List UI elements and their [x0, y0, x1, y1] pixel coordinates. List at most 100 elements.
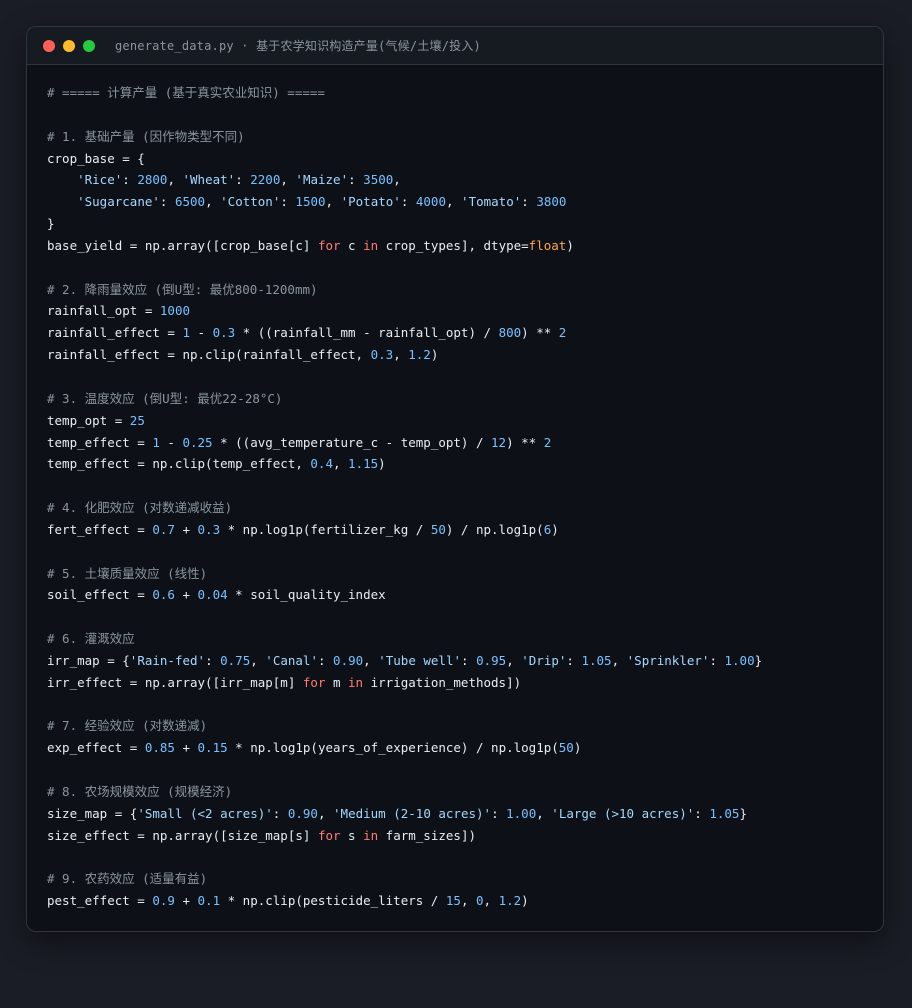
- code-token: farm_sizes]): [378, 827, 476, 843]
- code-line: ​: [47, 847, 762, 869]
- code-line: ​: [47, 475, 762, 497]
- code-token: 1.05: [709, 805, 740, 821]
- code-token: ,: [483, 893, 499, 909]
- code-line: rainfall_opt = 1000: [47, 300, 762, 322]
- code-token: 0.85: [144, 740, 175, 756]
- code-token: # 6. 灌溉效应: [47, 631, 135, 647]
- code-token: # 9. 农药效应 (适量有益): [47, 871, 208, 887]
- code-line: size_effect = np.array([size_map[s] for …: [47, 825, 762, 847]
- code-token: :: [566, 652, 582, 668]
- code-token: +: [174, 521, 198, 537]
- code-token: 'Sprinkler': [626, 652, 710, 668]
- code-token: 25: [129, 412, 145, 428]
- code-token: 0.04: [197, 587, 228, 603]
- code-token: ,: [460, 893, 476, 909]
- code-token: 3500: [363, 172, 394, 188]
- code-token: crop_types], dtype=: [378, 237, 529, 253]
- code-token: 1: [152, 434, 160, 450]
- code-token: 'Canal': [265, 652, 318, 668]
- code-line: irr_map = {'Rain-fed': 0.75, 'Canal': 0.…: [47, 650, 762, 672]
- code-token: +: [174, 587, 198, 603]
- code-line: # 7. 经验效应 (对数递减): [47, 715, 762, 737]
- code-token: * np.log1p(years_of_experience) / np.log…: [227, 740, 559, 756]
- code-block: # ===== 计算产量 (基于真实农业知识) ===== ​ # 1. 基础产量 …: [47, 82, 762, 912]
- maximize-window-icon[interactable]: [83, 39, 95, 52]
- code-token: 0: [476, 893, 484, 909]
- code-token: 0.6: [152, 587, 175, 603]
- code-token: 0.3: [370, 347, 394, 363]
- code-token: 'Cotton': [220, 194, 281, 210]
- code-token: :: [694, 805, 710, 821]
- code-token: 1.00: [506, 805, 537, 821]
- code-line: ​: [47, 104, 762, 126]
- code-token: ): [378, 456, 386, 472]
- code-token: * ((rainfall_mm - rainfall_opt) /: [235, 325, 499, 341]
- code-token: s: [340, 827, 364, 843]
- code-token: 0.95: [476, 652, 507, 668]
- code-token: fert_effect =: [47, 521, 153, 537]
- code-token: ,: [250, 652, 266, 668]
- code-token: ): [430, 347, 439, 363]
- code-token: 1.00: [724, 652, 755, 668]
- code-token: 'Small (<2 acres)': [137, 805, 273, 821]
- code-token: ,: [280, 172, 296, 188]
- code-line: # 5. 土壤质量效应 (线性): [47, 563, 762, 585]
- close-window-icon[interactable]: [43, 39, 55, 52]
- code-token: ,: [325, 194, 341, 210]
- code-token: in: [363, 237, 379, 253]
- code-token: # 4. 化肥效应 (对数递减收益): [47, 500, 233, 516]
- code-token: }: [47, 216, 55, 232]
- code-token: ,: [167, 172, 183, 188]
- code-token: * np.clip(pesticide_liters /: [220, 893, 446, 909]
- code-token: ,: [205, 194, 221, 210]
- code-line: 'Sugarcane': 6500, 'Cotton': 1500, 'Pota…: [47, 191, 762, 213]
- code-token: 'Wheat': [182, 172, 236, 188]
- code-line: rainfall_effect = 1 - 0.3 * ((rainfall_m…: [47, 322, 762, 344]
- code-line: exp_effect = 0.85 + 0.15 * np.log1p(year…: [47, 737, 762, 759]
- code-token: # ===== 计算产量 (基于真实农业知识) =====: [47, 85, 325, 100]
- code-token: +: [174, 893, 198, 909]
- code-token: ): [521, 893, 529, 909]
- code-token: 0.3: [212, 325, 236, 341]
- code-token: 0.3: [197, 521, 221, 537]
- code-token: +: [174, 740, 198, 756]
- code-token: soil_effect =: [47, 587, 153, 603]
- code-line: # 8. 农场规模效应 (规模经济): [47, 781, 762, 803]
- code-token: pest_effect =: [47, 893, 153, 909]
- code-line: ​: [47, 541, 762, 563]
- code-token: * ((avg_temperature_c - temp_opt) /: [212, 434, 492, 450]
- code-token: size_effect = np.array([size_map[s]: [47, 827, 318, 843]
- code-token: 'Sugarcane': [77, 194, 160, 210]
- code-token: ): [566, 237, 574, 253]
- code-line: crop_base = {: [47, 148, 762, 170]
- code-token: rainfall_effect = np.clip(rainfall_effec…: [47, 347, 371, 363]
- code-line: ​: [47, 759, 762, 781]
- code-line: # 9. 农药效应 (适量有益): [47, 868, 762, 890]
- code-token: 'Drip': [521, 652, 567, 668]
- code-token: }: [754, 652, 763, 668]
- code-token: 1000: [159, 303, 190, 319]
- code-token: 'Large (>10 acres)': [551, 805, 695, 821]
- code-token: temp_effect =: [47, 434, 153, 450]
- code-token: temp_effect = np.clip(temp_effect,: [47, 456, 311, 472]
- code-token: float: [528, 237, 567, 253]
- code-token: 15: [445, 893, 461, 909]
- code-token: 1: [182, 325, 190, 341]
- code-token: * np.log1p(fertilizer_kg /: [220, 521, 431, 537]
- code-token: ,: [611, 652, 627, 668]
- code-line: ​: [47, 606, 762, 628]
- code-line: ​: [47, 694, 762, 716]
- code-token: 'Tomato': [461, 194, 522, 210]
- code-line: irr_effect = np.array([irr_map[m] for m …: [47, 672, 762, 694]
- code-token: 1.2: [408, 347, 431, 363]
- code-token: 'Medium (2-10 acres)': [333, 805, 492, 821]
- code-token: exp_effect =: [47, 740, 145, 756]
- code-token: ,: [317, 805, 334, 821]
- code-token: 0.90: [333, 652, 364, 668]
- code-token: 1500: [295, 194, 326, 210]
- code-token: :: [317, 652, 334, 668]
- minimize-window-icon[interactable]: [63, 39, 75, 52]
- code-token: 0.90: [287, 805, 318, 821]
- code-token: 'Maize': [295, 172, 349, 188]
